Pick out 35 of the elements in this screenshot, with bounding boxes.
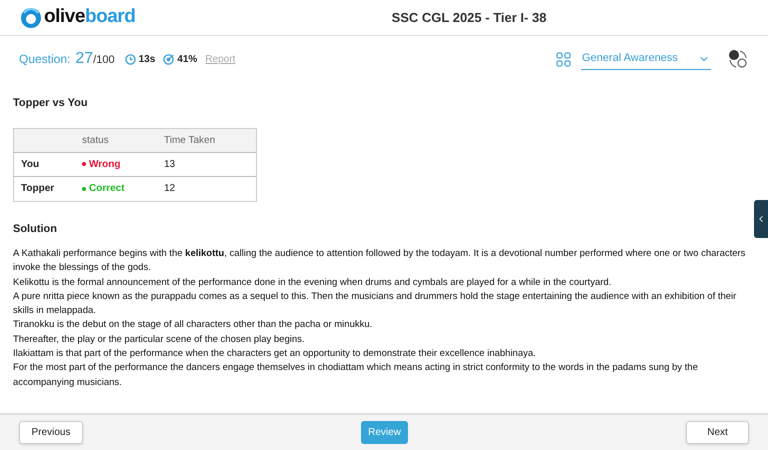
logo-text: oliveboard [44, 5, 136, 30]
solution-paragraph: Thereafter, the play or the particular scene of the chosen play begins. [13, 332, 306, 347]
grid-icon[interactable] [556, 52, 571, 66]
solution-paragraph: Ilakiattam is that part of the performance when the characters get an opportunity to demonstrate their excellence inabhinaya. [13, 347, 537, 362]
previous-button[interactable]: Previous [19, 421, 83, 444]
report-link[interactable]: Report [205, 52, 236, 66]
table-cell-text: Topper [20, 182, 56, 196]
review-button[interactable]: Review [361, 421, 408, 444]
question-number: 27 [75, 49, 94, 69]
target-icon [163, 54, 174, 64]
side-panel-tab[interactable] [754, 200, 768, 238]
question-total: /100 [93, 53, 115, 68]
accuracy-value: 41% [177, 52, 198, 66]
table-cell-text: 12 [164, 182, 176, 196]
clock-icon [124, 54, 136, 64]
table-cell-text: You [20, 158, 40, 172]
solution-paragraph: Kelikottu is the formal announcement of the performance done in the evening when drums and cymbals are played for a while in the courtyard. [13, 276, 612, 290]
language-toggle-icon[interactable] [727, 48, 749, 70]
solution-title: Solution [13, 222, 58, 236]
section-dropdown[interactable]: General Awareness [581, 48, 711, 70]
solution-paragraph: For the most part of the performance the dancers engage themselves in chodiattam which means acting in strict conformity to the words in the padams sung by the accompanying musicians. [13, 361, 699, 390]
logo-icon [20, 6, 42, 28]
solution-paragraph: A pure nritta piece known as the purappadu comes as a sequel to this. Then the musicians and drummers hold the stage entertaining the audience with an exhibition of their skills in melappada. [13, 290, 738, 318]
question-label: Question: [19, 51, 70, 68]
window-title: SSC CGL 2025 - Tier I- 38 [392, 8, 546, 27]
status-text: Correct [89, 182, 125, 196]
solution-paragraph: Tiranokku is the debut on the stage of all characters other than the pacha or minukku. [13, 318, 374, 332]
time-value: 13s [138, 52, 156, 66]
comparison-title: Topper vs You [13, 96, 89, 111]
column-header: status [82, 134, 110, 148]
status-text: Wrong [89, 158, 120, 172]
next-button[interactable]: Next [686, 421, 749, 444]
column-header: Time Taken [164, 134, 216, 148]
table-cell-text: 13 [164, 158, 176, 172]
solution-paragraph: A Kathakali performance begins with the kelikottu, calling the audience to attention followed by the todayam. It is a devotional number performed where one or two characters invoke the blessings of the gods. [13, 247, 746, 276]
